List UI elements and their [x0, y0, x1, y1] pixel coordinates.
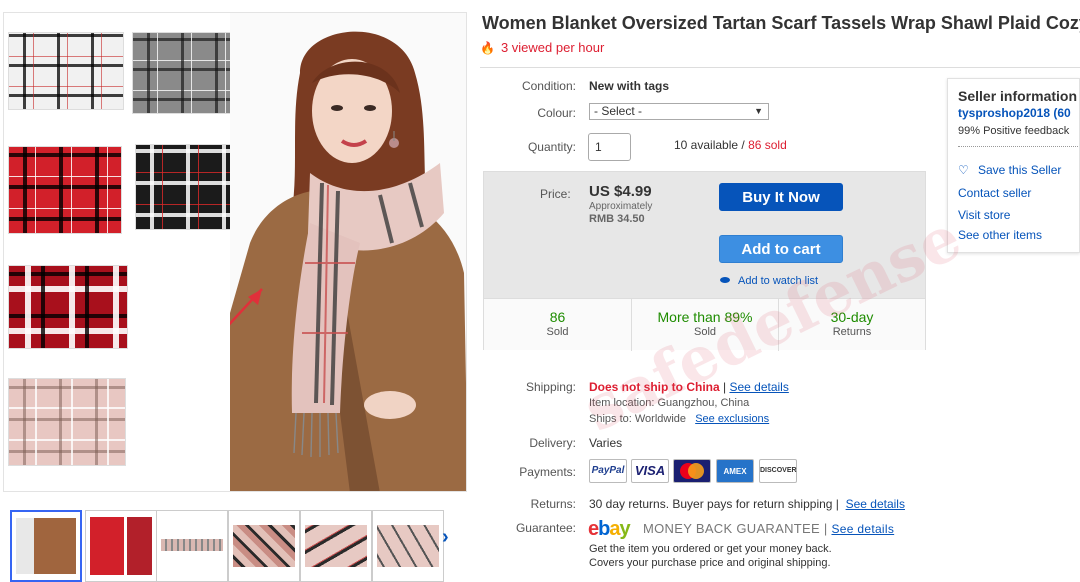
- thumbnail-strip: [10, 510, 470, 582]
- stat-caption: Sold: [546, 326, 569, 338]
- quantity-input[interactable]: 1: [588, 133, 631, 161]
- chevron-down-icon: ▼: [754, 106, 763, 116]
- save-seller-link[interactable]: ♡ Save this Seller: [958, 163, 1061, 177]
- returns-details-link[interactable]: See details: [846, 497, 905, 511]
- price-value: US $4.99: [589, 183, 652, 200]
- visa-logo: VISA: [631, 459, 669, 483]
- returns-text: 30 day returns. Buyer pays for return sh…: [589, 497, 843, 511]
- seller-name-link[interactable]: tysproshop2018 (60: [958, 106, 1071, 120]
- buy-it-now-button[interactable]: Buy It Now: [719, 183, 843, 211]
- viewed-text: 3 viewed per hour: [500, 40, 605, 55]
- shipping-label: Shipping:: [525, 380, 576, 394]
- seller-feedback-count[interactable]: (60: [1053, 106, 1070, 120]
- see-exclusions-link[interactable]: See exclusions: [695, 413, 769, 425]
- sold-count[interactable]: 86 sold: [748, 138, 787, 152]
- quantity-label: Quantity:: [527, 140, 576, 154]
- thumbnail-5[interactable]: [300, 510, 372, 582]
- approx-label: Approximately: [589, 201, 653, 212]
- main-product-image[interactable]: [3, 12, 467, 492]
- condition-label: Condition:: [521, 79, 576, 93]
- visa-text: VISA: [634, 463, 666, 478]
- chevron-right-icon[interactable]: ›: [442, 526, 449, 549]
- discover-logo: DISCOVER: [759, 459, 797, 483]
- thumbnail-4[interactable]: [228, 510, 300, 582]
- contact-seller-link[interactable]: Contact seller: [958, 186, 1031, 200]
- thumbnail-3[interactable]: [156, 510, 228, 582]
- heart-icon: ♡: [958, 163, 969, 177]
- delivery-label: Delivery:: [529, 436, 576, 450]
- divider: [958, 146, 1078, 147]
- item-title: Women Blanket Oversized Tartan Scarf Tas…: [482, 13, 1080, 33]
- returns-label: Returns:: [530, 497, 576, 511]
- condition-value: New with tags: [589, 79, 670, 93]
- available-count: 10 available: [674, 138, 739, 152]
- payments-label: Payments:: [519, 465, 576, 479]
- shipping-details-link[interactable]: See details: [729, 380, 788, 394]
- fire-icon: 🔥: [480, 41, 495, 55]
- guarantee-separator: |: [819, 521, 832, 536]
- divider: [480, 67, 1080, 68]
- model-photo: [230, 13, 466, 491]
- availability-separator: /: [738, 138, 749, 152]
- guarantee-line2: Covers your purchase price and original …: [589, 557, 831, 569]
- guarantee-text: MONEY BACK GUARANTEE: [643, 521, 820, 536]
- paypal-logo: PayPal: [589, 459, 627, 483]
- see-other-items-link[interactable]: See other items: [958, 228, 1042, 242]
- seller-feedback: 99% Positive feedback: [958, 125, 1070, 137]
- discover-text: DISCOVER: [760, 467, 797, 474]
- price-label: Price:: [540, 187, 571, 201]
- amex-text: AMEX: [723, 467, 747, 476]
- thumbnail-2[interactable]: [85, 510, 157, 582]
- money-back-guarantee: MONEY BACK GUARANTEE | See details: [643, 521, 894, 536]
- viewed-per-hour: 🔥 3 viewed per hour: [480, 40, 604, 55]
- colour-select[interactable]: - Select - ▼: [589, 103, 769, 120]
- availability: 10 available / 86 sold: [674, 138, 787, 152]
- seller-info-title: Seller information: [958, 88, 1078, 104]
- seller-info-box: Seller information tysproshop2018 (60 99…: [947, 78, 1080, 253]
- guarantee-label: Guarantee:: [515, 521, 576, 535]
- visit-store-link[interactable]: Visit store: [958, 208, 1010, 222]
- mastercard-logo: [673, 459, 711, 483]
- scarf-swatch-red: [8, 146, 122, 234]
- seller-name[interactable]: tysproshop2018: [958, 106, 1050, 120]
- save-seller-label: Save this Seller: [978, 163, 1062, 177]
- paypal-text: PayPal: [591, 465, 625, 476]
- eye-icon: [720, 277, 730, 283]
- amex-logo: AMEX: [716, 459, 754, 483]
- scarf-swatch-white: [8, 32, 124, 110]
- stat-sold: 86 Sold: [484, 299, 631, 351]
- guarantee-details-link[interactable]: See details: [831, 522, 894, 536]
- scarf-swatch-darkred: [8, 265, 128, 349]
- returns-value: 30 day returns. Buyer pays for return sh…: [589, 497, 905, 511]
- scarf-swatch-pink: [8, 378, 126, 466]
- colour-select-value: - Select -: [594, 104, 643, 118]
- approx-value: RMB 34.50: [589, 213, 645, 225]
- thumbnail-6[interactable]: [372, 510, 444, 582]
- thumbnail-1[interactable]: [10, 510, 82, 582]
- ebay-logo: ebay: [588, 518, 631, 540]
- stat-value: 86: [549, 309, 566, 325]
- colour-label: Colour:: [537, 106, 576, 120]
- guarantee-line1: Get the item you ordered or get your mon…: [589, 543, 832, 555]
- mastercard-icon: [680, 463, 704, 479]
